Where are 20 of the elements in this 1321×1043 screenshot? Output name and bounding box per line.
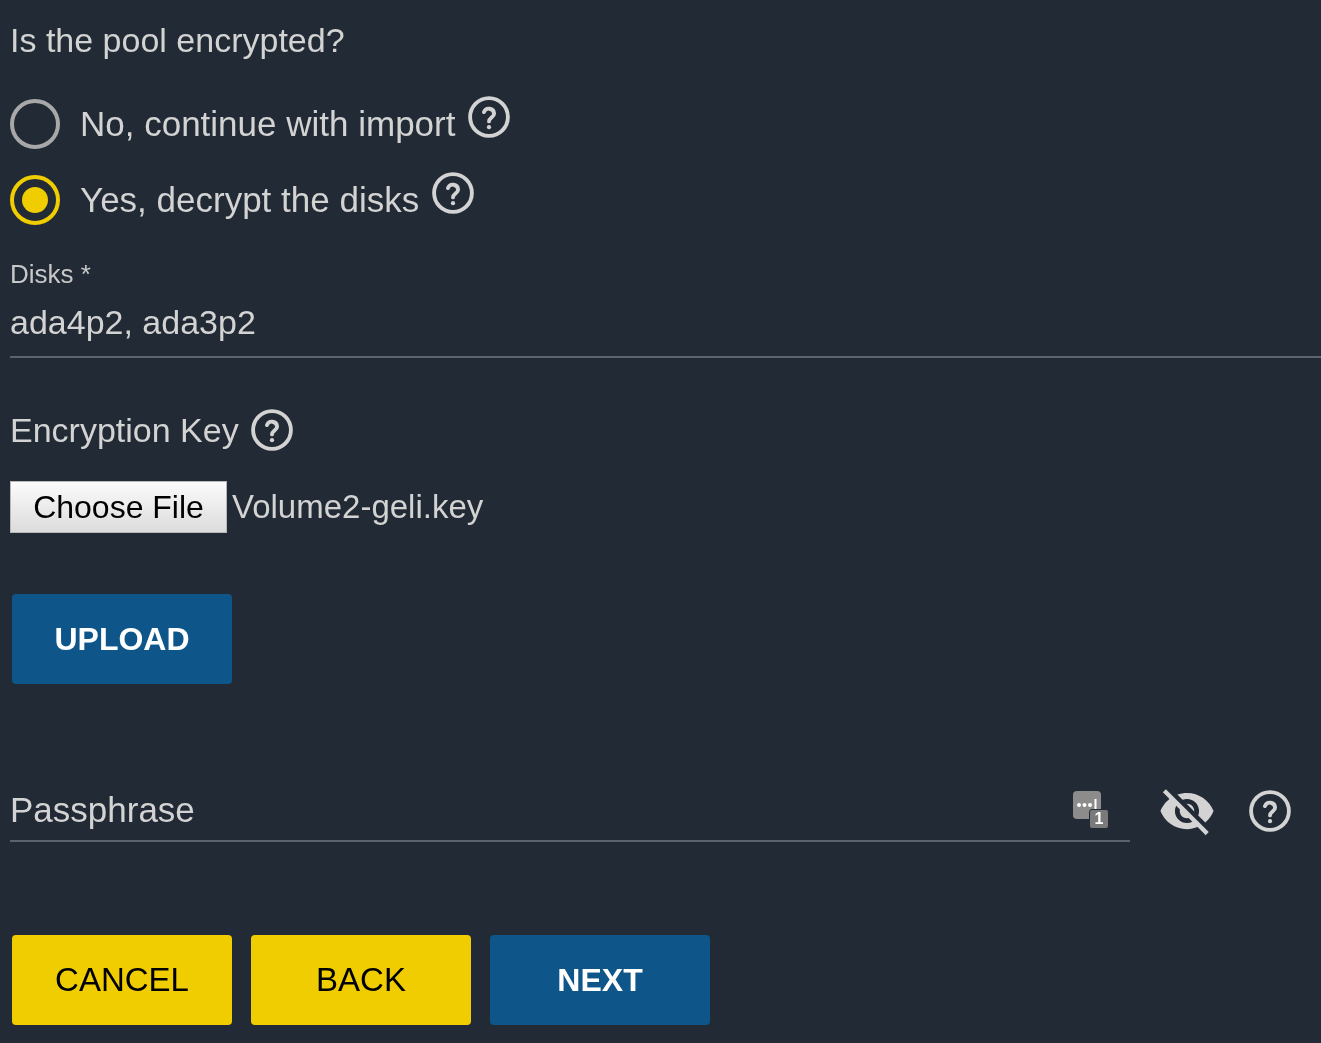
help-icon[interactable] bbox=[250, 409, 293, 451]
secondary-button[interactable]: BACK bbox=[251, 935, 471, 1025]
disks-label: Disks * bbox=[10, 259, 91, 289]
encryption-key-label: Encryption Key bbox=[10, 410, 239, 451]
radio-label[interactable]: Yes, decrypt the disks bbox=[80, 179, 420, 221]
radio-button[interactable] bbox=[10, 175, 60, 225]
question-text: Is the pool encrypted? bbox=[10, 20, 345, 60]
secondary-button[interactable]: CANCEL bbox=[12, 935, 232, 1025]
file-name: Volume2-geli.key bbox=[232, 487, 484, 527]
help-icon[interactable] bbox=[1249, 789, 1291, 832]
passphrase-input[interactable]: Passphrase bbox=[10, 787, 1073, 832]
radio-button[interactable] bbox=[10, 99, 60, 149]
primary-button[interactable]: NEXT bbox=[490, 935, 710, 1025]
primary-button[interactable]: UPLOAD bbox=[12, 594, 232, 684]
count-badge: 1 bbox=[1089, 808, 1109, 829]
radio-label[interactable]: No, continue with import bbox=[80, 103, 456, 145]
help-icon[interactable] bbox=[468, 96, 511, 138]
help-icon[interactable] bbox=[432, 172, 475, 214]
choose-file-button[interactable]: Choose File bbox=[10, 481, 227, 533]
disks-input[interactable]: ada4p2, ada3p2 bbox=[10, 301, 1321, 358]
